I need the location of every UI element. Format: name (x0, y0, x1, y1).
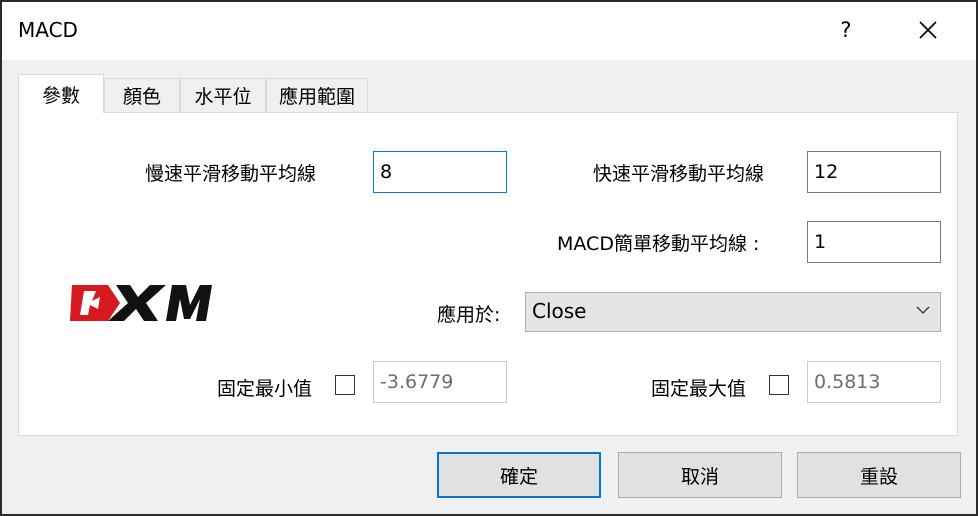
xm-logo-icon (70, 285, 212, 321)
reset-button[interactable]: 重設 (797, 452, 961, 498)
cancel-button[interactable]: 取消 (618, 452, 782, 498)
fixed-max-label: 固定最大值 (651, 378, 747, 400)
macd-dialog: MACD ? 參數 顏色 水平位 應用範圍 慢速平滑移動平均線 快速平滑移動平均… (0, 0, 978, 516)
tab-parameters[interactable]: 參數 (18, 74, 104, 113)
apply-to-value: Close (532, 299, 587, 323)
macd-sma-input[interactable] (807, 221, 941, 263)
slow-ema-input[interactable] (373, 151, 507, 193)
ok-button[interactable]: 確定 (437, 452, 601, 498)
apply-to-label: 應用於: (437, 304, 501, 326)
close-icon (919, 21, 937, 39)
fixed-min-checkbox[interactable] (335, 375, 355, 395)
fixed-min-label: 固定最小值 (217, 378, 313, 400)
fixed-max-input[interactable] (807, 361, 941, 403)
fixed-min-input[interactable] (373, 361, 507, 403)
fast-ema-input[interactable] (807, 151, 941, 193)
apply-to-select[interactable]: Close (525, 292, 941, 332)
tab-levels[interactable]: 水平位 (180, 78, 266, 112)
macd-sma-label: MACD簡單移動平均線 : (557, 233, 760, 255)
slow-ema-label: 慢速平滑移動平均線 (145, 163, 317, 185)
title-bar: MACD ? (2, 2, 976, 60)
help-button[interactable]: ? (828, 12, 864, 48)
parameters-panel: 慢速平滑移動平均線 快速平滑移動平均線 MACD簡單移動平均線 : 應用於: C… (18, 112, 958, 436)
fixed-max-checkbox[interactable] (769, 375, 789, 395)
close-button[interactable] (908, 12, 948, 48)
tab-colors[interactable]: 顏色 (104, 78, 180, 112)
chevron-down-icon (916, 306, 930, 314)
window-title: MACD (18, 18, 78, 42)
fast-ema-label: 快速平滑移動平均線 (593, 163, 765, 185)
tab-visualization[interactable]: 應用範圍 (266, 78, 368, 112)
